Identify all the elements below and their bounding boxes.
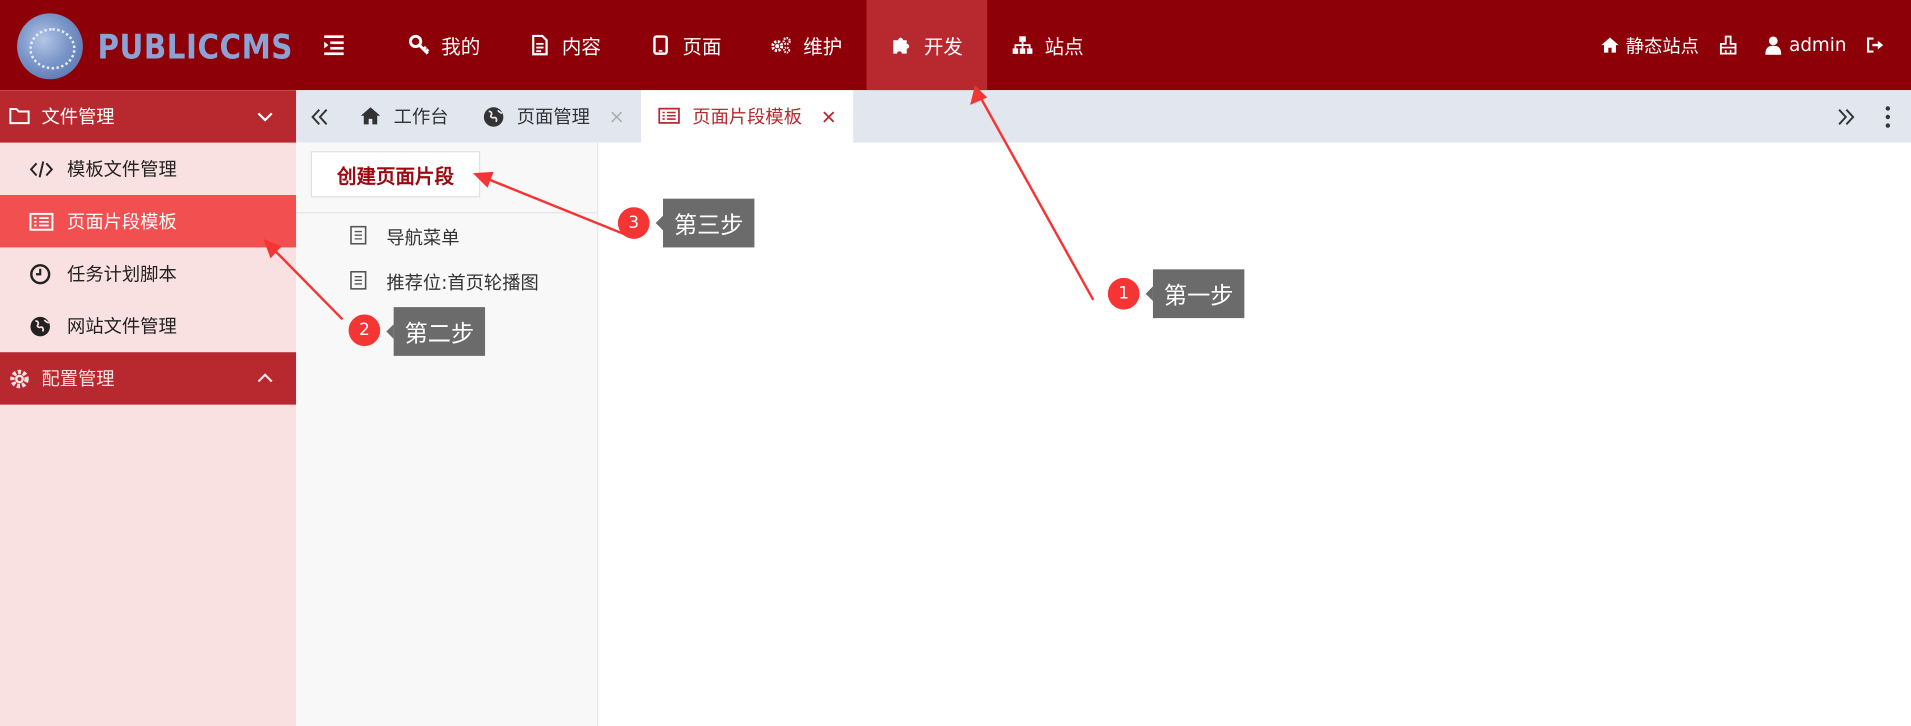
more-vertical-icon[interactable]: [1877, 105, 1899, 129]
file-icon: [350, 270, 370, 293]
tab-dashboard[interactable]: 工作台: [342, 90, 465, 142]
double-chevron-right-icon[interactable]: [1835, 106, 1857, 128]
sidebar-item-template-files[interactable]: 模板文件管理: [0, 143, 296, 195]
step-1-badge: 1: [1107, 277, 1140, 310]
nav-item-label: 页面: [682, 35, 722, 59]
sidebar-item-task-scripts[interactable]: 任务计划脚本: [0, 247, 296, 299]
top-nav: 我的 内容 页面 维护 开发 站点: [384, 0, 1108, 91]
chevron-down-icon: [256, 107, 274, 125]
sitemap-icon: [1012, 34, 1034, 56]
static-site-label: 静态站点: [1625, 34, 1699, 57]
sidebar-group-label: 配置管理: [41, 368, 115, 390]
divider: [296, 212, 598, 214]
nav-item-label: 内容: [561, 35, 601, 59]
home-icon: [1600, 35, 1620, 55]
top-right-tools: 静态站点 admin: [1600, 0, 1911, 90]
step-3-label: 第三步: [655, 198, 755, 248]
static-site-link[interactable]: 静态站点: [1600, 32, 1699, 58]
main-content: [598, 142, 1911, 726]
sidebar-item-label: 页面片段模板: [67, 210, 177, 233]
step-1-label: 第一步: [1145, 269, 1245, 319]
sidebar-item-label: 模板文件管理: [67, 158, 177, 181]
tree-item-label: 导航菜单: [386, 226, 460, 249]
sidebar-item-label: 任务计划脚本: [67, 263, 177, 286]
sidebar-item-page-fragment-templates[interactable]: 页面片段模板: [0, 195, 297, 248]
sidebar-item-site-files[interactable]: 网站文件管理: [0, 300, 296, 352]
tree-item-label: 推荐位:首页轮播图: [386, 271, 539, 294]
tab-label: 页面片段模板: [692, 106, 802, 128]
tab-bar: 工作台 页面管理 页面片段模板: [296, 90, 1911, 143]
fragment-tree-panel: 创建页面片段 导航菜单 推荐位:首页轮播图: [296, 142, 599, 726]
chevron-up-icon: [256, 369, 274, 387]
close-icon[interactable]: [821, 109, 836, 124]
create-page-fragment-button[interactable]: 创建页面片段: [310, 151, 481, 198]
nav-item-label: 维护: [803, 35, 843, 59]
tree-item[interactable]: 导航菜单: [350, 222, 460, 251]
nav-item-mine[interactable]: 我的: [384, 0, 505, 90]
sidebar-group-file-management[interactable]: 文件管理: [0, 90, 297, 143]
code-icon: [29, 158, 54, 180]
logout-icon: [1866, 35, 1886, 55]
tabs: 工作台 页面管理 页面片段模板: [342, 90, 854, 143]
sidebar: 文件管理 模板文件管理 页面片段模板 任务计划脚本 网站文件管理 配置管理: [0, 90, 297, 726]
nav-item-site[interactable]: 站点: [987, 0, 1108, 90]
nav-item-content[interactable]: 内容: [505, 0, 626, 90]
logo-globe-icon: [17, 13, 83, 80]
nav-item-page[interactable]: 页面: [625, 0, 746, 90]
folder-icon: [9, 105, 31, 127]
home-icon: [360, 105, 382, 127]
tab-page-fragment-templates[interactable]: 页面片段模板: [641, 90, 854, 143]
step-3-badge: 3: [617, 207, 650, 239]
sidebar-group-config-management[interactable]: 配置管理: [0, 352, 297, 405]
nav-item-label: 开发: [923, 35, 963, 59]
sidebar-group-label: 文件管理: [41, 106, 115, 128]
globe-icon: [483, 105, 505, 127]
globe-icon: [29, 315, 53, 337]
puzzle-icon: [891, 34, 913, 56]
step-2-badge: 2: [348, 314, 381, 347]
sidebar-item-label: 网站文件管理: [67, 315, 177, 338]
tree-item[interactable]: 推荐位:首页轮播图: [350, 267, 539, 296]
nav-item-label: 站点: [1044, 35, 1084, 59]
user-menu[interactable]: admin: [1764, 34, 1847, 57]
top-bar: PUBLICCMS 我的 内容 页面 维护 开发 站点 静态站点 admin: [0, 0, 1911, 91]
clock-icon: [29, 263, 53, 285]
logo-text: PUBLICCMS: [97, 26, 293, 67]
file-icon: [350, 225, 370, 247]
nav-item-maintain[interactable]: 维护: [746, 0, 867, 90]
menu-toggle-icon[interactable]: [319, 32, 351, 59]
user-label: admin: [1789, 34, 1847, 57]
tab-label: 工作台: [393, 106, 449, 128]
nav-item-label: 我的: [441, 35, 481, 59]
close-icon[interactable]: [609, 109, 624, 124]
file-text-icon: [529, 34, 551, 56]
tab-page-management[interactable]: 页面管理: [466, 90, 642, 142]
user-icon: [1764, 35, 1784, 55]
key-icon: [408, 34, 430, 56]
gears-icon: [770, 34, 792, 56]
broom-icon: [1718, 35, 1738, 55]
list-icon: [29, 210, 54, 232]
list-icon: [658, 105, 680, 127]
tablet-icon: [650, 34, 672, 56]
clear-cache-button[interactable]: [1718, 35, 1744, 55]
gear-icon: [9, 367, 31, 389]
logo[interactable]: PUBLICCMS: [17, 12, 292, 80]
nav-item-develop[interactable]: 开发: [866, 0, 988, 91]
step-2-label: 第二步: [386, 307, 486, 356]
double-chevron-left-icon[interactable]: [308, 106, 330, 128]
logout-button[interactable]: [1866, 35, 1892, 55]
tab-label: 页面管理: [516, 106, 590, 128]
